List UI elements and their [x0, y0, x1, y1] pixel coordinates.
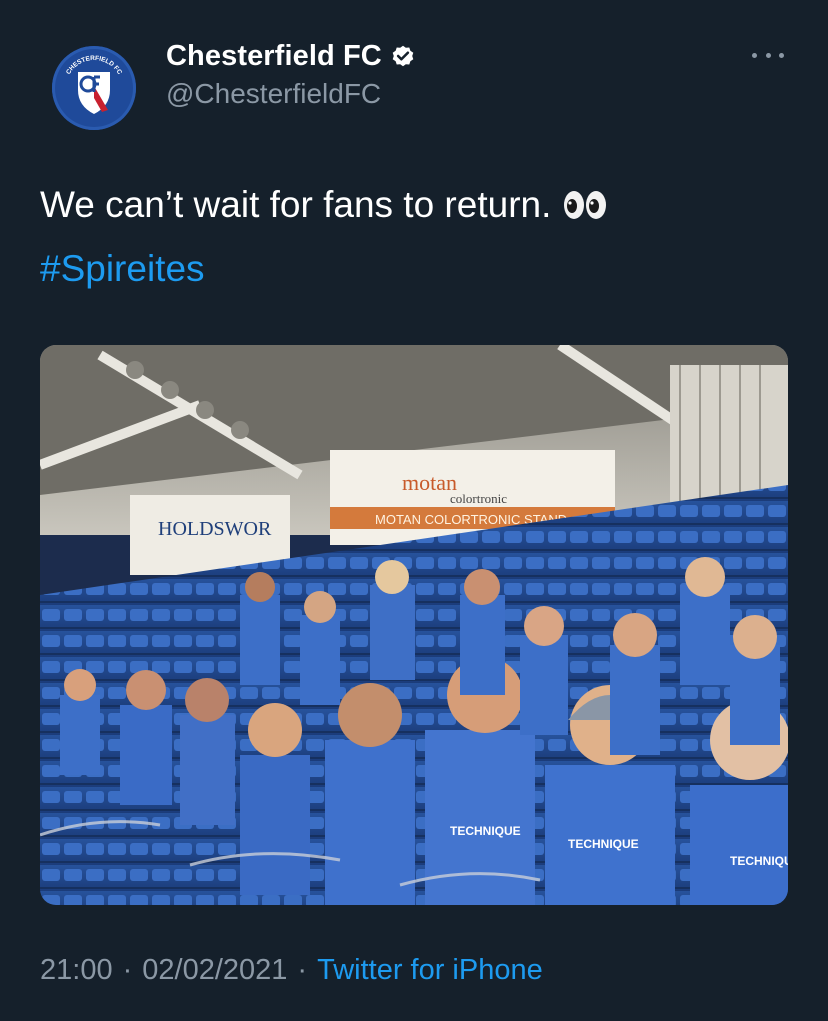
- profile-avatar[interactable]: CHESTERFIELD FC: [40, 46, 150, 130]
- tweet-source-link[interactable]: Twitter for iPhone: [317, 954, 543, 987]
- hashtag-link[interactable]: #Spireites: [40, 246, 800, 292]
- verified-badge-icon: [392, 45, 414, 67]
- stadium-stand-image: HOLDSWOR motan colortronic MOTAN COLORTR…: [40, 345, 788, 905]
- svg-text:colortronic: colortronic: [450, 491, 507, 506]
- separator: ·: [122, 954, 133, 986]
- tweet-metadata: 21:00 · 02/02/2021 · Twitter for iPhone: [40, 954, 543, 987]
- tweet-body: We can’t wait for fans to return. #Spire…: [40, 182, 800, 292]
- separator: ·: [297, 954, 308, 986]
- svg-text:TECHNIQUE: TECHNIQUE: [568, 837, 639, 851]
- tweet-text: We can’t wait for fans to return.: [40, 184, 552, 225]
- tweet-header: Chesterfield FC @ChesterfieldFC: [166, 38, 416, 110]
- club-crest-icon: CHESTERFIELD FC: [65, 55, 123, 114]
- eyes-emoji-icon: [563, 189, 607, 221]
- svg-text:HOLDSWOR: HOLDSWOR: [158, 518, 272, 540]
- tweet-time[interactable]: 21:00: [40, 954, 113, 987]
- svg-text:TECHNIQUE: TECHNIQUE: [450, 824, 521, 838]
- svg-text:TECHNIQUE: TECHNIQUE: [730, 854, 788, 868]
- svg-text:motan: motan: [402, 470, 457, 495]
- more-options-icon[interactable]: [752, 50, 784, 60]
- user-handle[interactable]: @ChesterfieldFC: [166, 78, 416, 110]
- display-name[interactable]: Chesterfield FC: [166, 40, 382, 73]
- tweet-date[interactable]: 02/02/2021: [142, 954, 287, 987]
- tweet-photo[interactable]: HOLDSWOR motan colortronic MOTAN COLORTR…: [40, 345, 788, 905]
